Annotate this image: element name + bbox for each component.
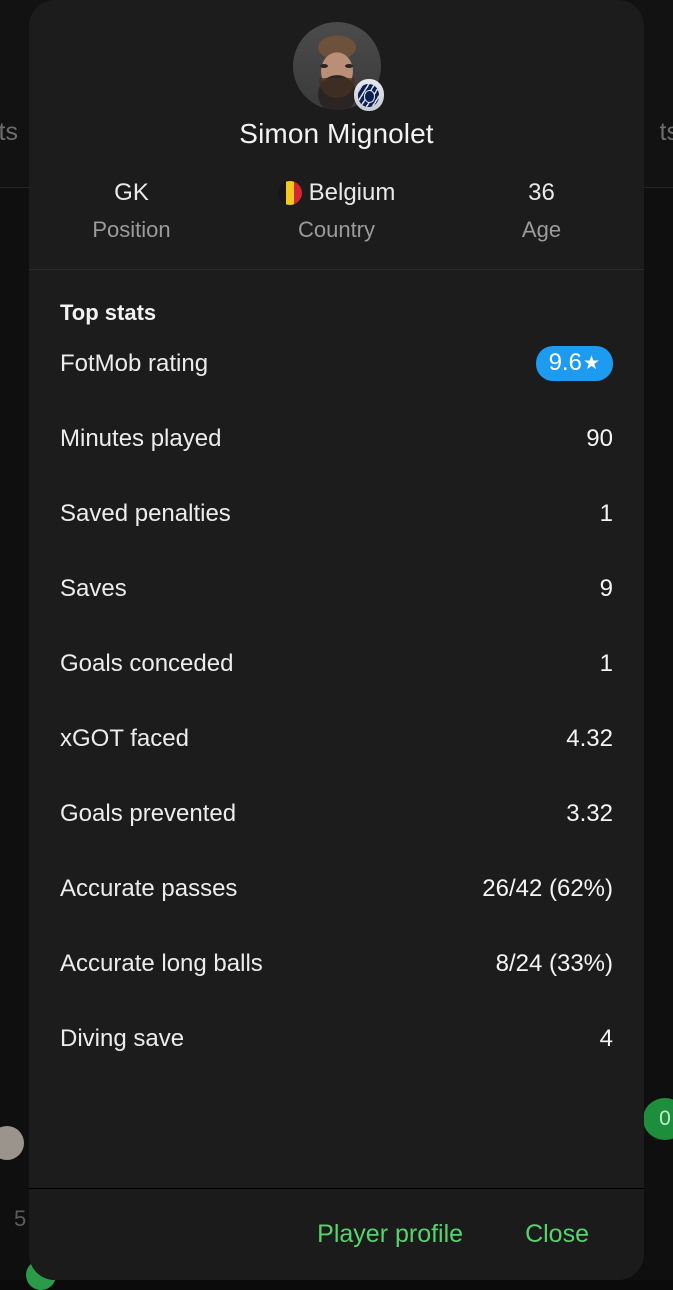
top-stats-title: Top stats — [29, 270, 644, 326]
background-avatar — [0, 1126, 24, 1160]
photo-detail — [319, 78, 355, 98]
stat-row: Saved penalties 1 — [29, 476, 644, 551]
stat-row: Accurate passes 26/42 (62%) — [29, 851, 644, 926]
player-header: Simon Mignolet GK Position Belgium Count… — [29, 0, 644, 270]
meta-position-label: Position — [29, 217, 234, 243]
meta-country-label: Country — [234, 217, 439, 243]
star-icon: ★ — [583, 354, 600, 373]
stat-row: Minutes played 90 — [29, 401, 644, 476]
stat-row: Goals prevented 3.32 — [29, 776, 644, 851]
belgium-flag-icon — [278, 181, 302, 205]
stat-value: 1 — [600, 1076, 613, 1082]
player-name: Simon Mignolet — [29, 118, 644, 150]
photo-detail — [320, 64, 328, 68]
meta-country-value-wrap: Belgium — [234, 180, 439, 206]
club-crest-inner — [358, 84, 379, 107]
stat-rows-container: FotMob rating 9.6★ Minutes played 90 Saved p… — [29, 326, 644, 1100]
stat-value: 8/24 (33%) — [496, 950, 613, 978]
stat-row: xGOT faced 4.32 — [29, 701, 644, 776]
close-button[interactable]: Close — [525, 1220, 589, 1249]
background-rating-badge: 0 — [643, 1098, 673, 1140]
stat-value: 1 — [600, 650, 613, 678]
stat-label: Goals prevented — [60, 800, 236, 828]
modal-footer: Player profile Close — [29, 1188, 644, 1280]
player-meta-row: GK Position Belgium Country 36 Age — [29, 180, 644, 243]
meta-age: 36 Age — [439, 180, 644, 243]
stat-label: Saved penalties — [60, 500, 231, 528]
stat-value: 4.32 — [566, 725, 613, 753]
club-crest-icon — [354, 79, 384, 111]
photo-detail — [345, 64, 353, 68]
stat-label: Saves — [60, 575, 127, 603]
stat-label: Accurate passes — [60, 875, 237, 903]
stat-value: 9 — [600, 575, 613, 603]
stat-row: FotMob rating 9.6★ — [29, 326, 644, 401]
top-stats-list[interactable]: Top stats FotMob rating 9.6★ Minutes playe… — [29, 270, 644, 1188]
stat-value: 3.32 — [566, 800, 613, 828]
avatar — [293, 22, 381, 110]
fotmob-rating-badge: 9.6★ — [536, 346, 613, 381]
stat-label: Minutes played — [60, 425, 221, 453]
stat-label: FotMob rating — [60, 350, 208, 378]
stat-row: Saves 9 — [29, 551, 644, 626]
meta-position: GK Position — [29, 180, 234, 243]
stat-row: Diving save 4 — [29, 1001, 644, 1076]
background-number: 5 — [14, 1206, 26, 1232]
meta-country: Belgium Country — [234, 180, 439, 243]
stat-label: Diving save — [60, 1025, 184, 1053]
meta-country-value: Belgium — [309, 180, 396, 206]
player-stats-modal: Simon Mignolet GK Position Belgium Count… — [29, 0, 644, 1280]
stat-value: 1 — [600, 500, 613, 528]
stat-value: 26/42 (62%) — [482, 875, 613, 903]
meta-age-value: 36 — [439, 180, 644, 206]
player-profile-button[interactable]: Player profile — [317, 1220, 463, 1249]
stat-row: Goals conceded 1 — [29, 626, 644, 701]
background-tab-left[interactable]: cts — [0, 118, 18, 147]
stat-label: Punches — [60, 1076, 153, 1082]
stat-label: Accurate long balls — [60, 950, 263, 978]
stat-label: xGOT faced — [60, 725, 189, 753]
stat-value: 4 — [600, 1025, 613, 1053]
stat-row: Punches 1 — [29, 1076, 644, 1100]
meta-age-label: Age — [439, 217, 644, 243]
meta-position-value: GK — [29, 180, 234, 206]
rating-value: 9.6 — [549, 351, 582, 375]
background-tab-right[interactable]: ts — [660, 118, 673, 147]
stat-row: Accurate long balls 8/24 (33%) — [29, 926, 644, 1001]
stat-label: Goals conceded — [60, 650, 233, 678]
stat-value: 90 — [586, 425, 613, 453]
